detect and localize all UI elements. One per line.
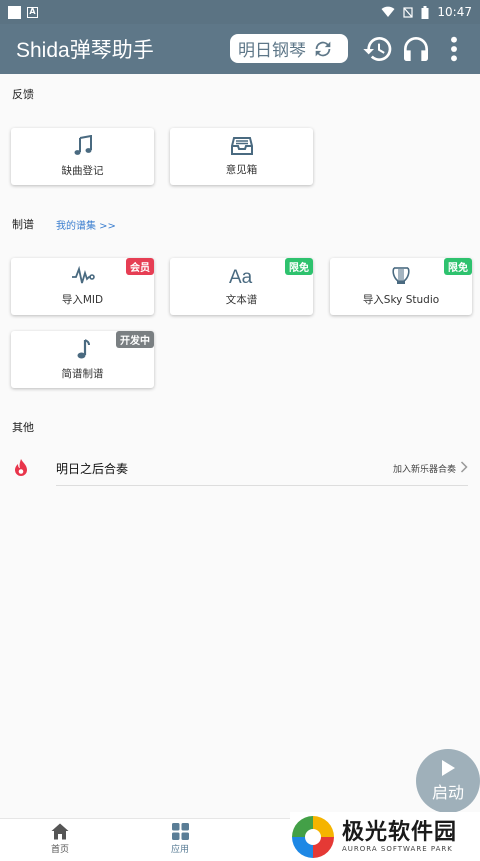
home-icon (51, 823, 69, 840)
numbered-notation-card[interactable]: 开发中 简谱制谱 (11, 331, 154, 388)
battery-icon (421, 5, 429, 19)
card-label: 导入Sky Studio (362, 294, 440, 306)
card-label: 简谱制谱 (61, 368, 104, 380)
ensemble-list-item[interactable]: 明日之后合奏 加入新乐器合奏 (0, 450, 480, 486)
free-badge: 限免 (285, 258, 313, 275)
signal-off-icon (403, 7, 414, 18)
app-notification-icon: A (27, 6, 38, 18)
music-note-icon (74, 135, 92, 155)
wifi-icon (381, 6, 395, 17)
notification-icon (8, 5, 21, 19)
nav-label: 应用 (170, 845, 189, 855)
missing-song-register-card[interactable]: 缺曲登记 (11, 128, 154, 185)
svg-text:Aa: Aa (229, 267, 253, 286)
inbox-icon (230, 137, 253, 155)
play-icon (442, 760, 455, 776)
vip-badge: 会员 (126, 258, 154, 275)
start-button[interactable]: 启动 (416, 749, 480, 813)
divider (56, 485, 468, 486)
watermark-subtitle: AURORA SOFTWARE PARK (342, 844, 453, 853)
watermark: 极光软件园 AURORA SOFTWARE PARK (290, 812, 480, 861)
in-development-badge: 开发中 (116, 331, 154, 348)
more-vert-icon[interactable] (438, 33, 470, 65)
text-score-card[interactable]: 限免 Aa 文本谱 (170, 258, 313, 315)
start-button-label: 启动 (431, 783, 464, 802)
history-icon[interactable] (362, 33, 394, 65)
status-bar: A 10:47 (0, 0, 480, 24)
waveform-icon (71, 266, 95, 284)
clock: 10:47 (437, 5, 472, 19)
app-bar: Shida弹琴助手 明日钢琴 (0, 24, 480, 74)
headphones-icon[interactable] (400, 33, 432, 65)
chevron-right-icon (460, 461, 468, 473)
sync-icon (315, 41, 331, 56)
card-label: 缺曲登记 (61, 165, 104, 177)
lyre-icon (392, 267, 410, 284)
import-sky-studio-card[interactable]: 限免 导入Sky Studio (330, 258, 472, 315)
section-feedback-label: 反馈 (12, 88, 34, 101)
card-label: 意见箱 (225, 164, 258, 176)
card-label: 文本谱 (225, 294, 258, 306)
nav-item-home[interactable]: 首页 (30, 823, 90, 855)
list-item-hint: 加入新乐器合奏 (392, 464, 456, 475)
apps-grid-icon (171, 823, 189, 840)
card-label: 导入MID (61, 294, 104, 306)
suggestion-box-card[interactable]: 意见箱 (170, 128, 313, 185)
import-mid-card[interactable]: 会员 导入MID (11, 258, 154, 315)
instrument-label: 明日钢琴 (238, 41, 306, 61)
nav-label: 首页 (50, 845, 69, 855)
my-scores-link[interactable]: 我的谱集 >> (56, 217, 116, 232)
list-item-title: 明日之后合奏 (56, 461, 129, 476)
app-title: Shida弹琴助手 (16, 39, 154, 62)
aurora-logo-icon (292, 815, 334, 858)
single-note-icon (77, 339, 90, 359)
instrument-switch-button[interactable]: 明日钢琴 (230, 34, 348, 63)
section-score-making-label: 制谱 (12, 218, 34, 231)
text-aa-icon: Aa (229, 267, 253, 286)
nav-item-apps[interactable]: 应用 (150, 823, 210, 855)
flame-icon (15, 459, 27, 476)
watermark-title: 极光软件园 (342, 819, 458, 845)
section-other-label: 其他 (12, 421, 34, 434)
free-badge: 限免 (444, 258, 472, 275)
